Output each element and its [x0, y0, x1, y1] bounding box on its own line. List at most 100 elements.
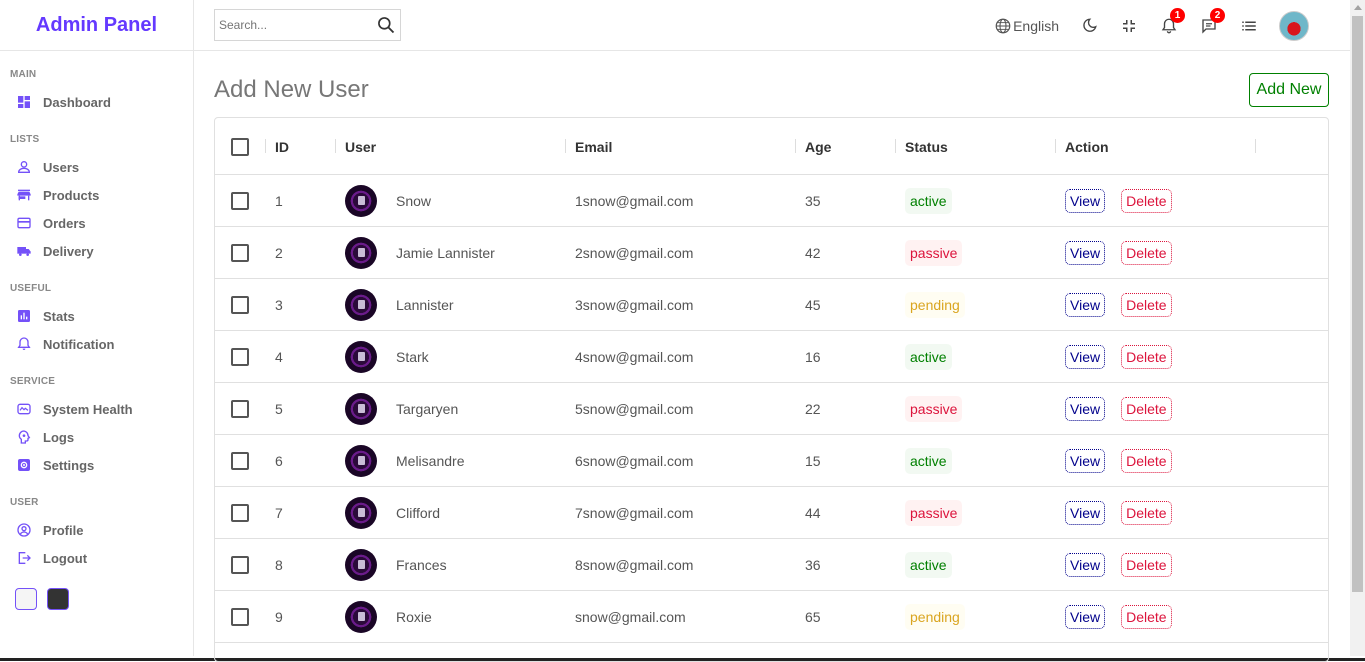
delete-button[interactable]: Delete	[1121, 553, 1172, 577]
sidebar-item-dashboard[interactable]: Dashboard	[10, 88, 193, 116]
view-button[interactable]: View	[1065, 501, 1106, 525]
user-name: Stark	[396, 349, 429, 365]
cell-id: 5	[275, 401, 283, 417]
row-checkbox[interactable]	[231, 452, 249, 470]
table-row[interactable]: 4 Stark 4snow@gmail.com 16 active View D…	[215, 331, 1328, 383]
delete-button[interactable]: Delete	[1121, 605, 1172, 629]
scroll-up-arrow[interactable]	[1354, 5, 1362, 10]
view-button[interactable]: View	[1065, 449, 1106, 473]
cell-action: View Delete	[1065, 279, 1172, 331]
view-button[interactable]: View	[1065, 397, 1106, 421]
light-theme-option[interactable]	[15, 588, 37, 610]
credit-card-icon	[16, 215, 32, 231]
fullscreen-exit-icon[interactable]	[1119, 16, 1139, 36]
cell-status: passive	[905, 227, 963, 279]
globe-icon	[995, 18, 1011, 33]
column-header-id[interactable]: ID	[265, 118, 289, 175]
language-selector[interactable]: English	[994, 17, 1059, 35]
row-checkbox[interactable]	[231, 504, 249, 522]
table-header: ID User Email Age Status Action	[215, 118, 1328, 175]
sidebar-item-logs[interactable]: Logs	[10, 423, 193, 451]
add-new-button[interactable]: Add New	[1249, 73, 1329, 107]
row-checkbox[interactable]	[231, 608, 249, 626]
view-button[interactable]: View	[1065, 605, 1106, 629]
notifications-icon[interactable]: 1	[1159, 7, 1185, 36]
delete-button[interactable]: Delete	[1121, 293, 1172, 317]
cell-action: View Delete	[1065, 227, 1172, 279]
row-checkbox[interactable]	[231, 192, 249, 210]
messages-counter: 2	[1210, 7, 1225, 23]
column-header-status[interactable]: Status	[895, 118, 948, 175]
dark-theme-option[interactable]	[47, 588, 69, 610]
search-icon[interactable]	[376, 15, 396, 35]
delete-button[interactable]: Delete	[1121, 241, 1172, 265]
row-checkbox[interactable]	[231, 400, 249, 418]
row-checkbox[interactable]	[231, 556, 249, 574]
search-input[interactable]	[219, 18, 369, 32]
column-header-label: ID	[275, 138, 289, 155]
row-checkbox[interactable]	[231, 244, 249, 262]
scrollbar-thumb[interactable]	[1352, 16, 1363, 592]
view-button[interactable]: View	[1065, 293, 1106, 317]
page-title: Add New User	[214, 76, 369, 103]
user-avatar[interactable]	[1279, 10, 1309, 41]
cell-action: View Delete	[1065, 539, 1172, 591]
bell-icon	[16, 336, 32, 352]
sidebar-item-system-health[interactable]: System Health	[10, 395, 193, 423]
table-row[interactable]: 5 Targaryen 5snow@gmail.com 22 passive V…	[215, 383, 1328, 435]
app-logo[interactable]: Admin Panel	[36, 14, 157, 37]
column-header-email[interactable]: Email	[565, 118, 612, 175]
row-checkbox[interactable]	[231, 296, 249, 314]
chat-icon[interactable]: 2	[1199, 7, 1225, 36]
dark-mode-icon[interactable]	[1079, 16, 1099, 36]
table-row[interactable]: 2 Jamie Lannister 2snow@gmail.com 42 pas…	[215, 227, 1328, 279]
delete-button[interactable]: Delete	[1121, 345, 1172, 369]
user-name: Targaryen	[396, 401, 459, 417]
sidebar-item-profile[interactable]: Profile	[10, 516, 193, 544]
sidebar-item-users[interactable]: Users	[10, 153, 193, 181]
delete-button[interactable]: Delete	[1121, 397, 1172, 421]
sidebar-item-logout[interactable]: Logout	[10, 544, 193, 572]
sidebar-item-settings[interactable]: Settings	[10, 451, 193, 479]
table-row[interactable]: 1 Snow 1snow@gmail.com 35 active View De…	[215, 175, 1328, 227]
view-button[interactable]: View	[1065, 553, 1106, 577]
column-header-user[interactable]: User	[335, 118, 376, 175]
table-row[interactable]: 9 Roxie snow@gmail.com 65 pending View D…	[215, 591, 1328, 643]
user-name: Jamie Lannister	[396, 245, 495, 261]
delete-button[interactable]: Delete	[1121, 449, 1172, 473]
status-badge: passive	[905, 240, 963, 266]
users-table: ID User Email Age Status Action 1 Snow 1snow@…	[214, 117, 1329, 662]
view-button[interactable]: View	[1065, 241, 1106, 265]
select-all-checkbox[interactable]	[231, 137, 249, 156]
sidebar-item-stats[interactable]: Stats	[10, 302, 193, 330]
delete-button[interactable]: Delete	[1121, 501, 1172, 525]
vertical-scrollbar[interactable]	[1350, 0, 1365, 656]
sidebar-item-label: System Health	[43, 401, 133, 417]
sidebar-item-label: Settings	[43, 457, 95, 473]
view-button[interactable]: View	[1065, 345, 1106, 369]
table-row[interactable]: 8 Frances 8snow@gmail.com 36 active View…	[215, 539, 1328, 591]
user-avatar	[345, 237, 377, 269]
cell-user: Stark	[345, 331, 429, 383]
sidebar-item-products[interactable]: Products	[10, 181, 193, 209]
delete-button[interactable]: Delete	[1121, 189, 1172, 213]
column-header-age[interactable]: Age	[795, 118, 831, 175]
cell-age: 65	[805, 609, 821, 625]
cell-email: 6snow@gmail.com	[575, 453, 694, 469]
column-separator	[1055, 139, 1056, 153]
table-row[interactable]: 7 Clifford 7snow@gmail.com 44 passive Vi…	[215, 487, 1328, 539]
cell-id: 4	[275, 349, 283, 365]
view-button[interactable]: View	[1065, 189, 1106, 213]
table-row[interactable]: 6 Melisandre 6snow@gmail.com 15 active V…	[215, 435, 1328, 487]
sidebar-item-delivery[interactable]: Delivery	[10, 237, 193, 265]
table-row[interactable]: 3 Lannister 3snow@gmail.com 45 pending V…	[215, 279, 1328, 331]
list-icon[interactable]	[1239, 16, 1259, 36]
row-checkbox[interactable]	[231, 348, 249, 366]
sidebar-item-label: Users	[43, 159, 80, 175]
cell-select	[231, 227, 249, 279]
column-header-action[interactable]: Action	[1055, 118, 1109, 175]
sidebar-item-notification[interactable]: Notification	[10, 330, 193, 358]
cell-user: Melisandre	[345, 435, 464, 487]
cell-select	[231, 331, 249, 383]
sidebar-item-orders[interactable]: Orders	[10, 209, 193, 237]
